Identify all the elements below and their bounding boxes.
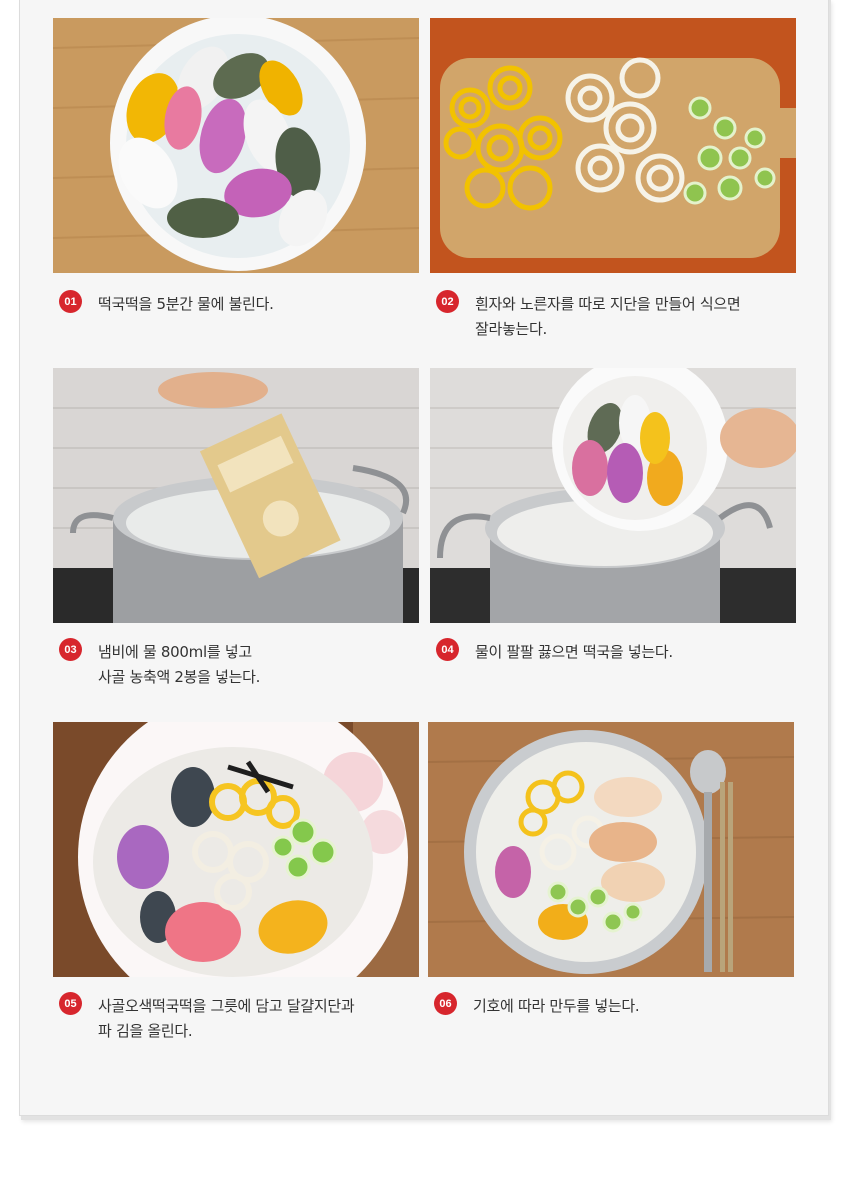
step-description: 사골오색떡국떡을 그릇에 담고 달걀지단과 파 김을 올린다. (98, 997, 355, 1040)
step-01: 01 떡국떡을 5분간 물에 불린다. (53, 290, 419, 317)
step-02: 02 흰자와 노른자를 따로 지단을 만들어 식으면 잘라놓는다. (430, 290, 796, 342)
step-number-badge: 06 (434, 992, 457, 1015)
step-04-photo (430, 368, 796, 623)
step-description: 냄비에 물 800ml를 넣고 사골 농축액 2봉을 넣는다. (98, 643, 261, 686)
step-06: 06 기호에 따라 만두를 넣는다. (428, 992, 794, 1019)
step-description: 기호에 따라 만두를 넣는다. (473, 997, 640, 1015)
step-number-badge: 01 (59, 290, 82, 313)
step-05-photo (53, 722, 419, 977)
step-04: 04 물이 팔팔 끓으면 떡국을 넣는다. (430, 638, 796, 665)
step-number-badge: 05 (59, 992, 82, 1015)
step-01-photo (53, 18, 419, 273)
step-number-badge: 04 (436, 638, 459, 661)
step-03-photo (53, 368, 419, 623)
step-02-photo (430, 18, 796, 273)
step-06-photo (428, 722, 794, 977)
step-description: 흰자와 노른자를 따로 지단을 만들어 식으면 잘라놓는다. (475, 295, 741, 338)
step-number-badge: 03 (59, 638, 82, 661)
step-description: 물이 팔팔 끓으면 떡국을 넣는다. (475, 643, 673, 661)
step-03: 03 냄비에 물 800ml를 넣고 사골 농축액 2봉을 넣는다. (53, 638, 419, 690)
step-number-badge: 02 (436, 290, 459, 313)
step-description: 떡국떡을 5분간 물에 불린다. (98, 295, 274, 313)
step-05: 05 사골오색떡국떡을 그릇에 담고 달걀지단과 파 김을 올린다. (53, 992, 419, 1044)
